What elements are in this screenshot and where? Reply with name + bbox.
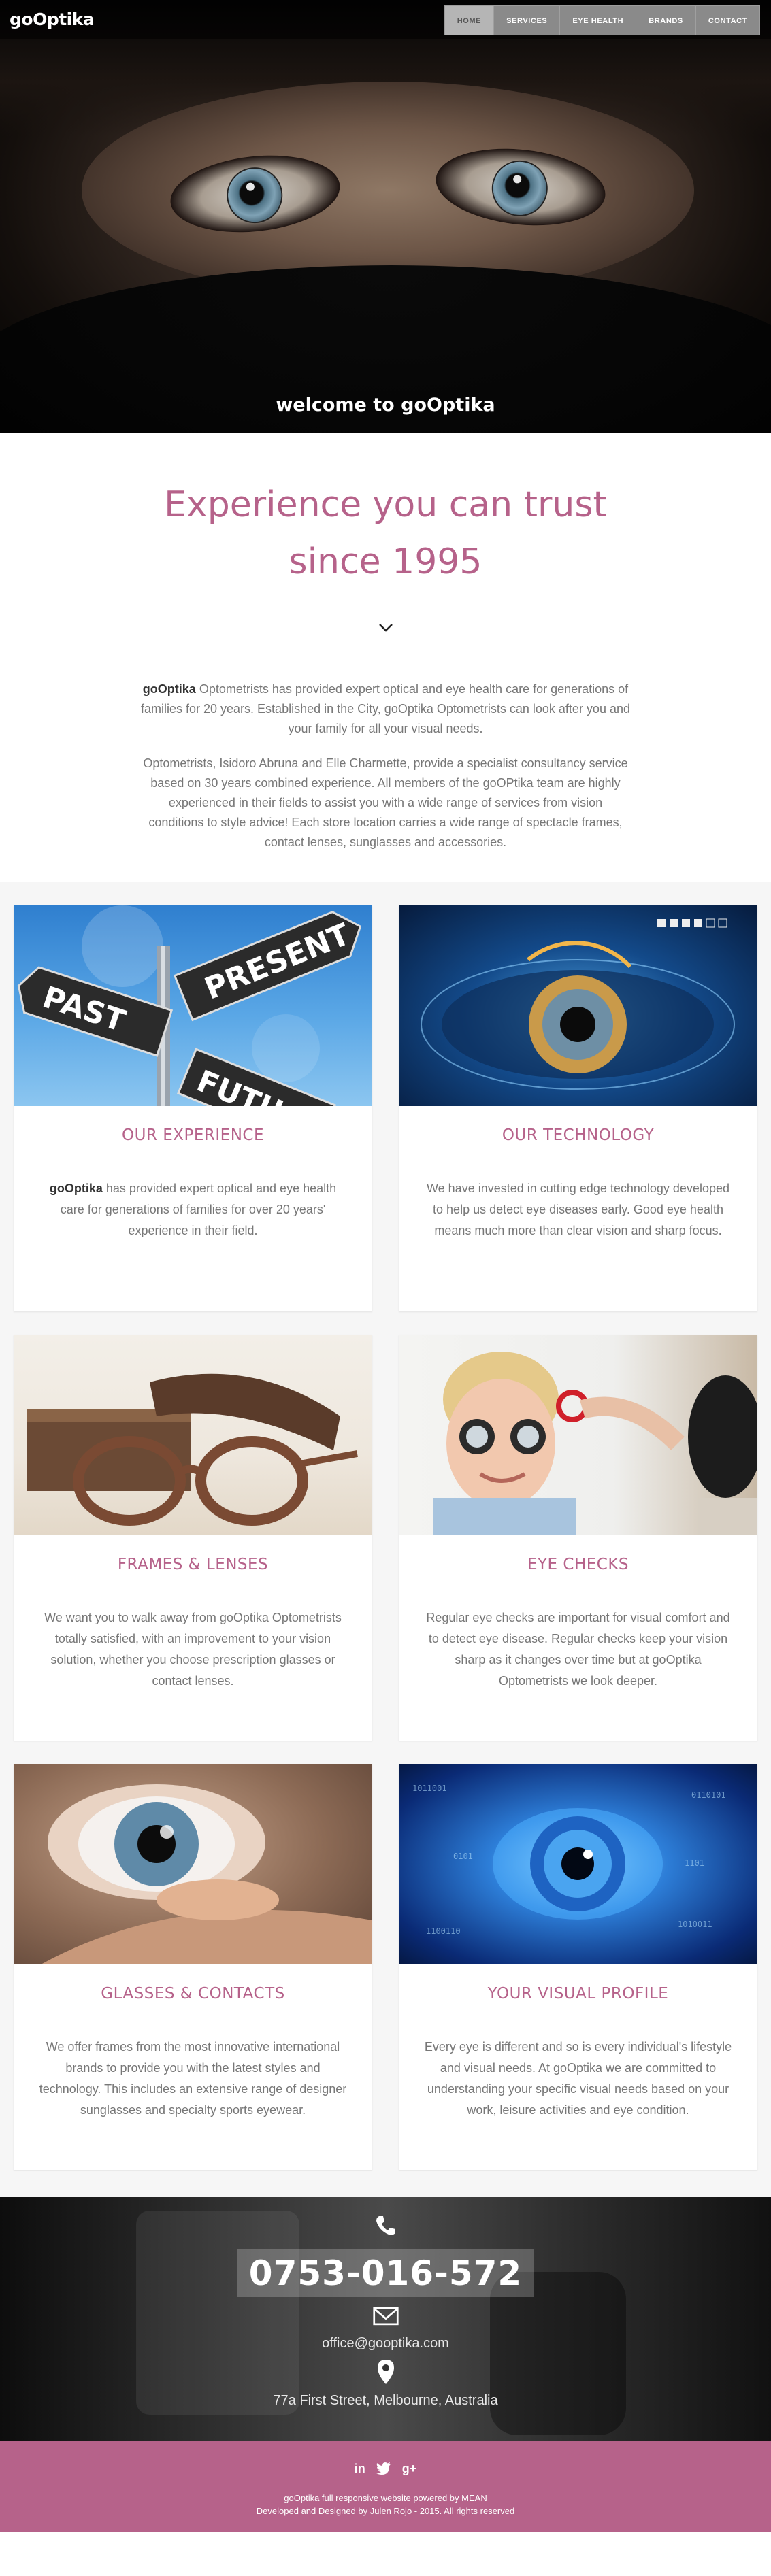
card-title: EYE CHECKS	[527, 1556, 629, 1573]
svg-text:0110101: 0110101	[691, 1790, 726, 1800]
site-logo[interactable]: goOptika	[10, 10, 95, 29]
svg-text:0101: 0101	[453, 1852, 473, 1861]
card-text: We have invested in cutting edge technol…	[427, 1182, 729, 1237]
nav-contact[interactable]: CONTACT	[695, 6, 759, 35]
contact-section: 0753-016-572 office@gooptika.com 77a Fir…	[0, 2197, 771, 2441]
main-nav: HOME SERVICES EYE HEALTH BRANDS CONTACT	[444, 5, 760, 35]
chevron-down-icon[interactable]	[376, 618, 396, 638]
social-links: in g+	[0, 2460, 771, 2477]
card-title: OUR TECHNOLOGY	[502, 1126, 655, 1144]
svg-text:1010011: 1010011	[678, 1920, 712, 1929]
email-link[interactable]: office@gooptika.com	[0, 2336, 771, 2352]
brand-name: goOptika	[49, 1182, 103, 1195]
hero-banner: goOptika HOME SERVICES EYE HEALTH BRANDS…	[0, 0, 771, 433]
svg-text:1011001: 1011001	[412, 1784, 447, 1793]
card-our-technology: OUR TECHNOLOGY We have invested in cutti…	[399, 905, 757, 1311]
card-title: GLASSES & CONTACTS	[101, 1985, 285, 2003]
footer: in g+ goOptika full responsive website p…	[0, 2441, 771, 2532]
top-navbar: goOptika HOME SERVICES EYE HEALTH BRANDS…	[0, 0, 771, 39]
card-visual-profile: 1011001 0110101 1100110 1010011 0101 1101 Y…	[399, 1764, 757, 2170]
svg-text:1101: 1101	[685, 1858, 704, 1868]
past-present-future-image: PRESENT PAST FUTU	[14, 905, 372, 1106]
nav-eye-health[interactable]: EYE HEALTH	[559, 6, 636, 35]
twitter-icon[interactable]	[376, 2462, 391, 2475]
nav-home[interactable]: HOME	[444, 6, 494, 35]
card-text: We offer frames from the most innovative…	[39, 2040, 347, 2117]
hero-caption: welcome to goOptika	[276, 395, 495, 416]
intro-heading: Experience you can trust since 1995	[164, 484, 607, 582]
brand-name: goOptika	[142, 682, 196, 696]
nav-services[interactable]: SERVICES	[493, 6, 559, 35]
address-text: 77a First Street, Melbourne, Australia	[273, 2393, 498, 2408]
google-plus-icon[interactable]: g+	[402, 2462, 417, 2476]
envelope-icon	[372, 2307, 399, 2326]
card-text: goOptika has provided expert optical and…	[49, 1182, 337, 1237]
hero-right-iris	[490, 159, 549, 218]
nav-brands[interactable]: BRANDS	[636, 6, 695, 35]
binary-eye-image: 1011001 0110101 1100110 1010011 0101 1101	[399, 1764, 757, 1964]
digital-eye-image	[399, 905, 757, 1106]
contact-lens-image	[14, 1764, 372, 1964]
phone-icon	[376, 2216, 395, 2235]
services-section: PRESENT PAST FUTU OUR EXPERIENCE goOptik…	[0, 882, 771, 2197]
linkedin-icon[interactable]: in	[355, 2462, 365, 2476]
intro-section: Experience you can trust since 1995 goOp…	[0, 433, 771, 852]
card-title: FRAMES & LENSES	[117, 1556, 269, 1573]
hero-left-iris	[225, 166, 284, 224]
card-eye-checks: EYE CHECKS Regular eye checks are import…	[399, 1335, 757, 1741]
intro-paragraph-2: Optometrists, Isidoro Abruna and Elle Ch…	[143, 756, 628, 849]
card-our-experience: PRESENT PAST FUTU OUR EXPERIENCE goOptik…	[14, 905, 372, 1311]
child-eye-test-image	[399, 1335, 757, 1535]
intro-paragraph-1: goOptika Optometrists has provided exper…	[140, 682, 630, 735]
footer-credits: goOptika full responsive website powered…	[256, 2493, 515, 2516]
map-pin-icon	[377, 2360, 394, 2384]
card-text: We want you to walk away from goOptika O…	[44, 1611, 342, 1688]
card-frames-lenses: FRAMES & LENSES We want you to walk away…	[14, 1335, 372, 1741]
card-title: OUR EXPERIENCE	[121, 1126, 264, 1144]
card-text: Regular eye checks are important for vis…	[426, 1611, 730, 1688]
phone-number[interactable]: 0753-016-572	[236, 2249, 535, 2297]
card-glasses-contacts: GLASSES & CONTACTS We offer frames from …	[14, 1764, 372, 2170]
svg-text:1100110: 1100110	[426, 1926, 461, 1936]
wooden-glasses-image	[14, 1335, 372, 1535]
card-text: Every eye is different and so is every i…	[424, 2040, 732, 2117]
card-title: YOUR VISUAL PROFILE	[487, 1985, 669, 2003]
